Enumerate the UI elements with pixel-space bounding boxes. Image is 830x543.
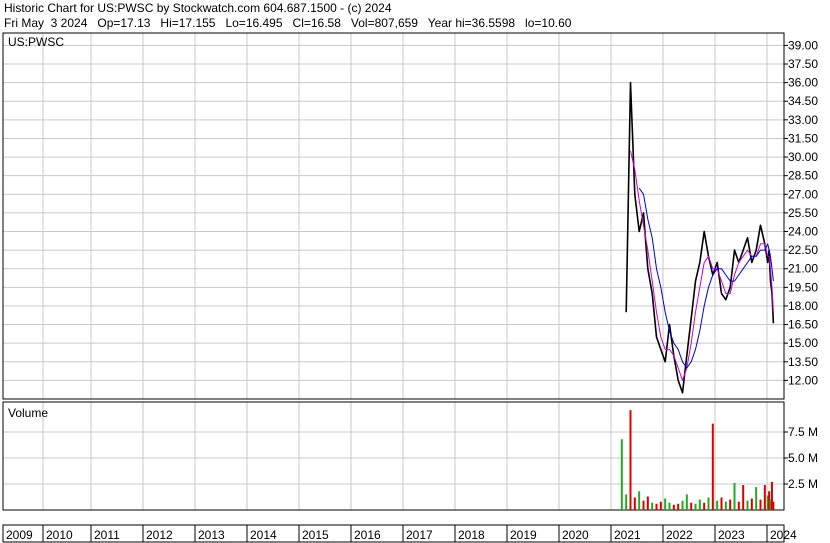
year-label: 2018 (458, 528, 485, 542)
price-tick-label: 28.50 (788, 169, 818, 183)
price-tick-label: 16.50 (788, 318, 818, 332)
price-panel-label: US:PWSC (8, 35, 64, 49)
price-tick-label: 24.00 (788, 225, 818, 239)
year-label: 2017 (406, 528, 433, 542)
price-axis-ticks: 39.00 37.50 36.00 34.50 33.00 31.50 30.00 28.50… (784, 38, 818, 387)
price-tick-label: 13.50 (788, 355, 818, 369)
price-tick-label: 36.00 (788, 76, 818, 90)
volume-panel-frame (2, 401, 785, 511)
year-label: 2011 (94, 528, 120, 542)
volume-panel-label: Volume (8, 406, 48, 420)
year-label: 2024 (770, 528, 797, 542)
price-tick-label: 25.50 (788, 206, 818, 220)
price-tick-label: 12.00 (788, 373, 818, 387)
year-label: 2023 (718, 528, 745, 542)
volume-panel-grid (3, 402, 784, 510)
price-tick-label: 39.00 (788, 38, 818, 52)
year-label: 2014 (250, 528, 277, 542)
price-tick-label: 31.50 (788, 131, 818, 145)
price-tick-label: 34.50 (788, 94, 818, 108)
volume-axis-ticks: 7.5 M 5.0 M 2.5 M (784, 425, 818, 491)
year-label: 2016 (354, 528, 381, 542)
price-tick-label: 37.50 (788, 57, 818, 71)
year-label: 2022 (666, 528, 693, 542)
price-tick-label: 27.00 (788, 187, 818, 201)
price-tick-label: 18.00 (788, 299, 818, 313)
stock-chart: US:PWSC Volume 39.00 37.50 36.00 34.50 33.00… (2, 32, 818, 543)
volume-bars (620, 410, 775, 510)
price-tick-label: 22.50 (788, 243, 818, 257)
price-tick-label: 21.00 (788, 262, 818, 276)
year-label: 2021 (614, 528, 641, 542)
moving-average-long-line (638, 187, 774, 369)
price-series (625, 81, 775, 394)
price-tick-label: 33.00 (788, 113, 818, 127)
year-label: 2013 (198, 528, 225, 542)
price-tick-label: 15.00 (788, 336, 818, 350)
moving-average-short-line (630, 150, 774, 381)
year-label: 2009 (6, 528, 33, 542)
year-label: 2019 (510, 528, 537, 542)
year-axis-labels: 2009 2010 2011 2012 2013 2014 2015 2016 2017 2018… (6, 525, 797, 542)
volume-tick-label: 2.5 M (788, 477, 818, 491)
volume-tick-label: 5.0 M (788, 451, 818, 465)
year-label: 2012 (146, 528, 173, 542)
price-tick-label: 30.00 (788, 150, 818, 164)
year-label: 2020 (562, 528, 589, 542)
year-label: 2010 (46, 528, 73, 542)
year-label: 2015 (302, 528, 329, 542)
volume-tick-label: 7.5 M (788, 425, 818, 439)
price-tick-label: 19.50 (788, 280, 818, 294)
price-close-line (625, 81, 775, 394)
